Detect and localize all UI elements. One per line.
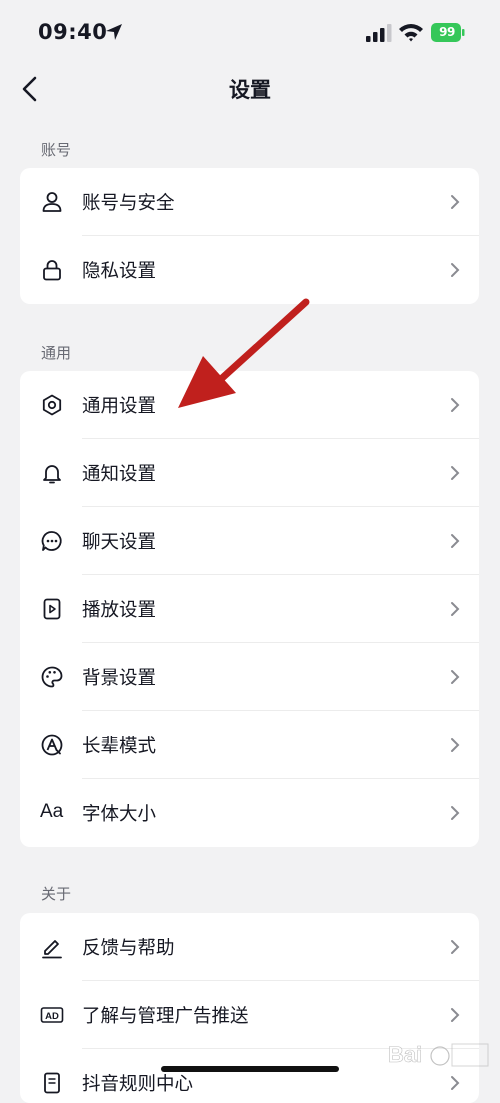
pen-icon — [42, 940, 62, 959]
row-label: 隐私设置 — [82, 261, 157, 282]
settings-row-notification[interactable]: 通知设置 — [20, 439, 479, 507]
settings-row-background[interactable]: 背景设置 — [20, 643, 479, 711]
cellular-signal-icon — [366, 24, 392, 42]
nav-bar: 设置 — [0, 62, 500, 118]
elder-mode-icon — [41, 734, 63, 756]
row-label: 长辈模式 — [82, 736, 157, 757]
section-label-account: 账号 — [41, 141, 72, 159]
section-label-about: 关于 — [41, 885, 72, 903]
chevron-right-icon — [451, 940, 460, 954]
row-label: 字体大小 — [82, 804, 157, 825]
settings-row-chat[interactable]: 聊天设置 — [20, 507, 479, 575]
chevron-right-icon — [451, 398, 460, 412]
svg-text:AD: AD — [45, 1011, 59, 1022]
settings-row-font-size[interactable]: Aa 字体大小 — [20, 779, 479, 847]
location-arrow-icon — [106, 24, 122, 40]
settings-row-general[interactable]: 通用设置 — [20, 371, 479, 439]
wifi-icon — [399, 24, 423, 42]
settings-row-privacy[interactable]: 隐私设置 — [20, 236, 479, 304]
chevron-right-icon — [451, 806, 460, 820]
svg-text:Bai: Bai — [388, 1042, 422, 1067]
chat-bubble-icon — [41, 531, 62, 551]
chevron-right-icon — [451, 738, 460, 752]
section-label-general: 通用 — [41, 344, 72, 362]
row-label: 背景设置 — [82, 668, 157, 689]
status-bar: 09:40 99 — [0, 0, 500, 62]
row-label: 通用设置 — [82, 396, 157, 417]
settings-row-account-security[interactable]: 账号与安全 — [20, 168, 479, 236]
row-label: 通知设置 — [82, 464, 157, 485]
gear-icon — [42, 394, 62, 416]
chevron-right-icon — [451, 263, 460, 277]
ad-icon: AD — [40, 1007, 64, 1023]
chevron-right-icon — [451, 466, 460, 480]
status-time: 09:40 — [38, 20, 108, 44]
chevron-right-icon — [451, 195, 460, 209]
page-title: 设置 — [229, 78, 271, 102]
general-card: 通用设置 通知设置 聊天设置 播放设置 背景设置 长辈模式 Aa 字体大小 — [20, 371, 479, 847]
chevron-right-icon — [451, 602, 460, 616]
person-icon — [42, 192, 62, 212]
battery-level: 99 — [439, 25, 455, 39]
settings-row-playback[interactable]: 播放设置 — [20, 575, 479, 643]
watermark-logo: Bai — [388, 1042, 489, 1067]
row-label: 播放设置 — [82, 600, 157, 621]
play-icon — [43, 598, 61, 620]
font-size-icon: Aa — [40, 801, 64, 822]
row-label: 账号与安全 — [82, 193, 175, 214]
chevron-right-icon — [451, 1008, 460, 1022]
settings-row-feedback[interactable]: 反馈与帮助 — [20, 913, 479, 981]
chevron-right-icon — [451, 534, 460, 548]
chevron-right-icon — [451, 670, 460, 684]
document-icon — [44, 1072, 60, 1094]
row-label: 聊天设置 — [82, 532, 157, 553]
home-indicator — [161, 1066, 339, 1072]
palette-icon — [41, 666, 63, 688]
row-label: 抖音规则中心 — [82, 1074, 194, 1095]
settings-row-elder-mode[interactable]: 长辈模式 — [20, 711, 479, 779]
lock-icon — [43, 260, 61, 281]
row-label: 了解与管理广告推送 — [82, 1006, 249, 1027]
row-label: 反馈与帮助 — [82, 938, 175, 959]
account-card: 账号与安全 隐私设置 — [20, 168, 479, 304]
bell-icon — [43, 465, 61, 484]
